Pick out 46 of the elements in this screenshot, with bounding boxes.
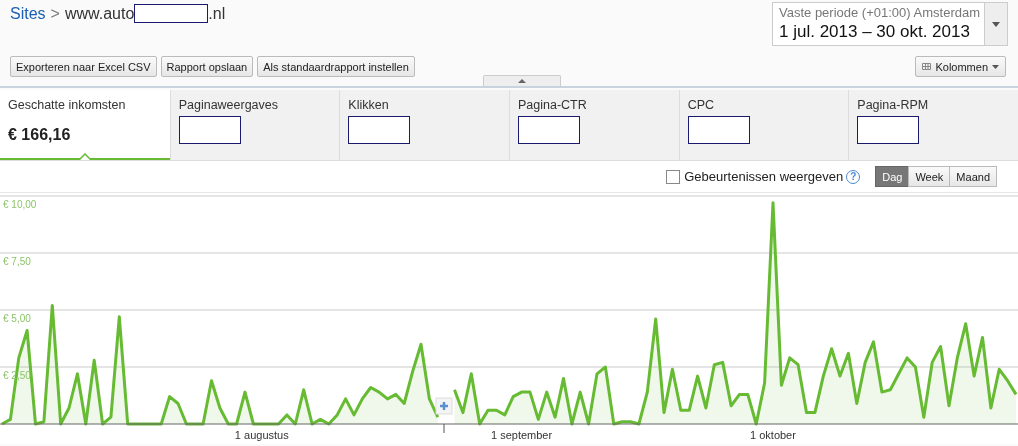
metric-label: Pagina-RPM bbox=[857, 98, 930, 112]
redaction-box bbox=[857, 116, 920, 144]
toolbar-button[interactable]: Exporteren naar Excel CSV bbox=[10, 56, 157, 77]
granularity-button[interactable]: Maand bbox=[949, 166, 997, 187]
date-range-picker[interactable]: Vaste periode (+01:00) Amsterdam 1 jul. 2013 – 30 okt. 2013 bbox=[772, 2, 1008, 46]
y-axis-label: € 7,50 bbox=[3, 256, 31, 267]
granularity-button[interactable]: Week bbox=[908, 166, 951, 187]
date-range-value: 1 jul. 2013 – 30 okt. 2013 bbox=[779, 22, 971, 42]
metric-tab[interactable]: Geschatte inkomsten € 166,16 bbox=[0, 90, 170, 160]
caret-icon bbox=[992, 64, 999, 69]
toolbar-button[interactable]: Als standaardrapport instellen bbox=[257, 56, 415, 77]
x-axis-label: 1 augustus bbox=[234, 429, 289, 441]
toolbar-button[interactable]: Rapport opslaan bbox=[160, 56, 254, 77]
granularity-button[interactable]: Dag bbox=[875, 166, 910, 187]
metric-label: Klikken bbox=[348, 98, 390, 112]
redaction-box bbox=[687, 116, 750, 144]
collapse-icon bbox=[518, 79, 526, 83]
metric-label: Pagina-CTR bbox=[518, 98, 588, 112]
metric-label: Geschatte inkomsten bbox=[8, 98, 127, 112]
redaction-box bbox=[518, 116, 580, 144]
y-axis-label: € 10,00 bbox=[3, 199, 37, 210]
metric-label: CPC bbox=[687, 98, 716, 112]
grid-icon bbox=[922, 63, 932, 70]
redaction-box bbox=[178, 116, 241, 144]
caret-icon bbox=[992, 21, 1000, 27]
site-name-prefix: www.auto bbox=[64, 4, 135, 23]
metric-tab[interactable]: Paginaweergaves bbox=[169, 90, 340, 160]
sites-link[interactable]: Sites bbox=[10, 4, 46, 23]
events-checkbox[interactable] bbox=[666, 169, 681, 184]
collapse-handle[interactable] bbox=[483, 75, 561, 86]
metric-tab[interactable]: Pagina-RPM bbox=[848, 90, 1018, 160]
site-name-suffix: .nl bbox=[208, 4, 226, 23]
metric-tab[interactable]: CPC bbox=[678, 90, 849, 160]
y-axis-label: € 5,00 bbox=[3, 313, 31, 324]
columns-button[interactable]: Kolommen bbox=[915, 56, 1006, 77]
annotation-marker-icon[interactable] bbox=[435, 397, 453, 415]
breadcrumb-separator: > bbox=[50, 4, 60, 23]
metric-label: Paginaweergaves bbox=[178, 98, 280, 112]
metric-tab[interactable]: Pagina-CTR bbox=[509, 90, 679, 160]
redaction-box bbox=[348, 116, 411, 144]
x-axis-label: 1 september bbox=[491, 429, 553, 441]
metric-tab[interactable]: Klikken bbox=[339, 90, 509, 160]
metric-value: € 166,16 bbox=[8, 126, 72, 144]
events-label: Gebeurtenissen weergeven bbox=[684, 169, 844, 184]
date-range-label: Vaste periode (+01:00) Amsterdam bbox=[779, 5, 981, 20]
x-axis-label: 1 oktober bbox=[750, 429, 796, 441]
